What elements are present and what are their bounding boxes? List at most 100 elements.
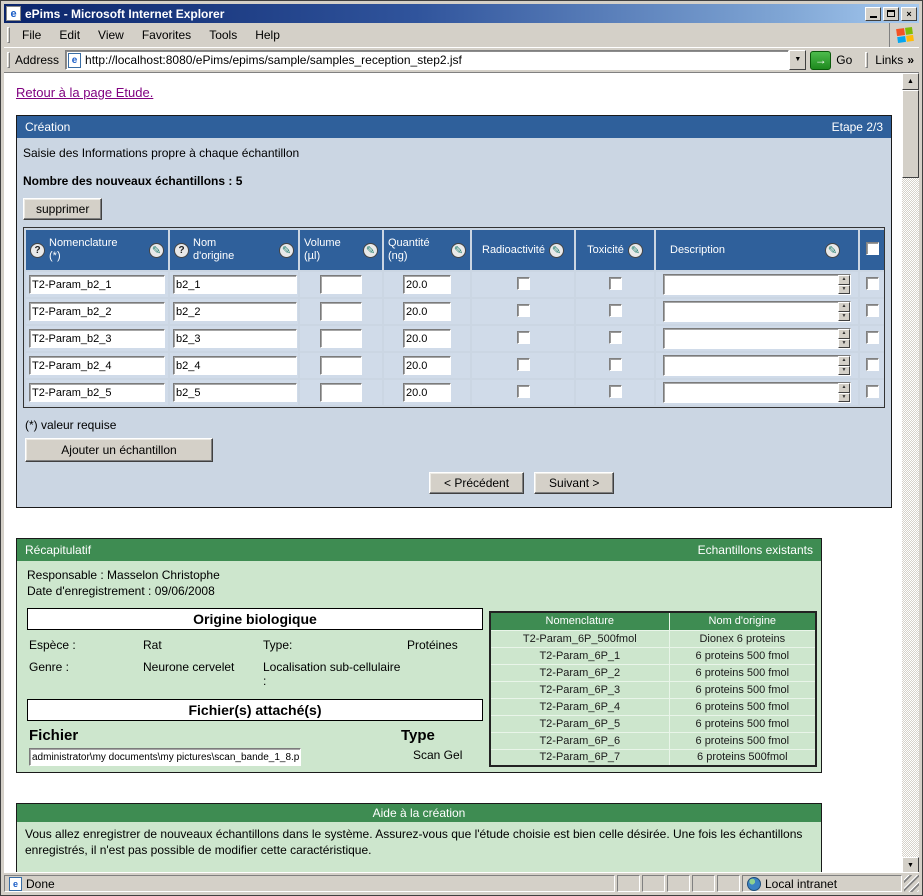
menu-file[interactable]: File bbox=[13, 25, 50, 45]
quantite-input[interactable] bbox=[403, 356, 451, 375]
next-button[interactable]: Suivant > bbox=[534, 472, 614, 494]
description-input[interactable]: ▲▼ bbox=[663, 328, 851, 349]
address-url[interactable]: http://localhost:8080/ePims/epims/sample… bbox=[85, 53, 786, 67]
resize-grip[interactable] bbox=[904, 875, 919, 892]
edit-icon[interactable]: ✎ bbox=[279, 243, 294, 258]
volume-input[interactable] bbox=[320, 356, 362, 375]
quantite-input[interactable] bbox=[403, 302, 451, 321]
nomenclature-input[interactable] bbox=[29, 329, 165, 348]
menu-favorites[interactable]: Favorites bbox=[133, 25, 200, 45]
chevron-icon[interactable]: » bbox=[907, 53, 916, 67]
nomenclature-input[interactable] bbox=[29, 275, 165, 294]
description-input[interactable]: ▲▼ bbox=[663, 382, 851, 403]
toxicite-checkbox[interactable] bbox=[609, 277, 622, 290]
volume-input[interactable] bbox=[320, 329, 362, 348]
address-dropdown-button[interactable]: ▼ bbox=[789, 50, 806, 70]
radioactivite-checkbox[interactable] bbox=[517, 277, 530, 290]
previous-button[interactable]: < Précédent bbox=[429, 472, 524, 494]
spin-up-icon[interactable]: ▲ bbox=[838, 383, 850, 393]
spin-down-icon[interactable]: ▼ bbox=[838, 393, 850, 403]
edit-icon[interactable]: ✎ bbox=[149, 243, 164, 258]
row-select-checkbox[interactable] bbox=[866, 277, 879, 290]
table-row: T2-Param_6P_56 proteins 500 fmol bbox=[490, 715, 816, 732]
spin-up-icon[interactable]: ▲ bbox=[838, 302, 850, 312]
back-to-etude-link[interactable]: Retour à la page Etude. bbox=[16, 85, 153, 100]
add-sample-button[interactable]: Ajouter un échantillon bbox=[25, 438, 213, 462]
quantite-input[interactable] bbox=[403, 329, 451, 348]
spin-up-icon[interactable]: ▲ bbox=[838, 356, 850, 366]
quantite-input[interactable] bbox=[403, 383, 451, 402]
select-all-checkbox[interactable] bbox=[866, 242, 879, 255]
go-label[interactable]: Go bbox=[831, 53, 858, 67]
row-select-checkbox[interactable] bbox=[866, 331, 879, 344]
toxicite-checkbox[interactable] bbox=[609, 331, 622, 344]
spin-down-icon[interactable]: ▼ bbox=[838, 339, 850, 349]
delete-button[interactable]: supprimer bbox=[23, 198, 102, 220]
toxicite-checkbox[interactable] bbox=[609, 385, 622, 398]
spin-down-icon[interactable]: ▼ bbox=[838, 312, 850, 322]
file-path-field[interactable]: administrator\my documents\my pictures\s… bbox=[29, 748, 301, 766]
description-input[interactable]: ▲▼ bbox=[663, 355, 851, 376]
minimize-button[interactable] bbox=[865, 7, 881, 21]
links-grip[interactable] bbox=[865, 52, 868, 69]
menu-help[interactable]: Help bbox=[246, 25, 289, 45]
menu-grip[interactable] bbox=[7, 27, 10, 44]
table-row: T2-Param_6P_46 proteins 500 fmol bbox=[490, 698, 816, 715]
toxicite-checkbox[interactable] bbox=[609, 304, 622, 317]
scrollbar-thumb[interactable] bbox=[902, 90, 919, 178]
go-button[interactable]: → bbox=[810, 51, 831, 70]
attached-files-title: Fichier(s) attaché(s) bbox=[27, 699, 483, 721]
volume-input[interactable] bbox=[320, 275, 362, 294]
radioactivite-checkbox[interactable] bbox=[517, 304, 530, 317]
row-select-checkbox[interactable] bbox=[866, 385, 879, 398]
nom-origine-input[interactable] bbox=[173, 329, 297, 348]
edit-icon[interactable]: ✎ bbox=[451, 243, 466, 258]
radioactivite-checkbox[interactable] bbox=[517, 358, 530, 371]
vertical-scrollbar[interactable]: ▲ ▼ bbox=[902, 73, 919, 874]
nomenclature-input[interactable] bbox=[29, 302, 165, 321]
row-select-checkbox[interactable] bbox=[866, 304, 879, 317]
intranet-globe-icon bbox=[747, 877, 761, 891]
menu-edit[interactable]: Edit bbox=[50, 25, 89, 45]
table-row: T2-Param_6P_500fmolDionex 6 proteins bbox=[490, 630, 816, 647]
links-label[interactable]: Links bbox=[871, 53, 907, 67]
help-icon[interactable]: ? bbox=[30, 243, 45, 258]
radioactivite-checkbox[interactable] bbox=[517, 331, 530, 344]
radioactivite-checkbox[interactable] bbox=[517, 385, 530, 398]
row-select-checkbox[interactable] bbox=[866, 358, 879, 371]
spin-up-icon[interactable]: ▲ bbox=[838, 329, 850, 339]
spin-down-icon[interactable]: ▼ bbox=[838, 366, 850, 376]
nom-origine-input[interactable] bbox=[173, 275, 297, 294]
spin-down-icon[interactable]: ▼ bbox=[838, 285, 850, 295]
help-icon[interactable]: ? bbox=[174, 243, 189, 258]
maximize-button[interactable] bbox=[883, 7, 899, 21]
edit-icon[interactable]: ✎ bbox=[363, 243, 378, 258]
menu-tools[interactable]: Tools bbox=[200, 25, 246, 45]
volume-input[interactable] bbox=[320, 302, 362, 321]
col-select-all bbox=[860, 230, 884, 270]
nomenclature-input[interactable] bbox=[29, 383, 165, 402]
table-row: T2-Param_6P_66 proteins 500 fmol bbox=[490, 732, 816, 749]
minimize-icon bbox=[870, 16, 877, 18]
col-volume: Volume(µl) ✎ bbox=[300, 230, 382, 270]
close-button[interactable]: × bbox=[901, 7, 917, 21]
description-input[interactable]: ▲▼ bbox=[663, 274, 851, 295]
edit-icon[interactable]: ✎ bbox=[825, 243, 840, 258]
volume-input[interactable] bbox=[320, 383, 362, 402]
toxicite-checkbox[interactable] bbox=[609, 358, 622, 371]
nom-origine-input[interactable] bbox=[173, 302, 297, 321]
edit-icon[interactable]: ✎ bbox=[628, 243, 643, 258]
description-input[interactable]: ▲▼ bbox=[663, 301, 851, 322]
nom-origine-input[interactable] bbox=[173, 356, 297, 375]
address-input[interactable]: e http://localhost:8080/ePims/epims/samp… bbox=[65, 50, 789, 70]
spin-up-icon[interactable]: ▲ bbox=[838, 275, 850, 285]
edit-icon[interactable]: ✎ bbox=[549, 243, 564, 258]
quantite-input[interactable] bbox=[403, 275, 451, 294]
address-grip[interactable] bbox=[7, 52, 10, 69]
menu-view[interactable]: View bbox=[89, 25, 133, 45]
type-value: Protéines bbox=[407, 638, 481, 652]
nomenclature-input[interactable] bbox=[29, 356, 165, 375]
scroll-up-icon[interactable]: ▲ bbox=[902, 73, 919, 90]
nom-origine-input[interactable] bbox=[173, 383, 297, 402]
sample-row: ▲▼ bbox=[26, 299, 884, 324]
